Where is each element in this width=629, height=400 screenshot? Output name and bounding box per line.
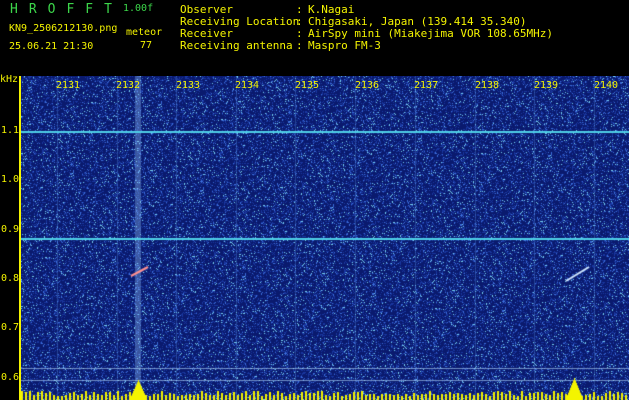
header-panel: HROFFT 1.00f KN9_2506212130.png meteor 7… <box>0 0 629 76</box>
x-tick-2140: 2140 <box>594 80 619 91</box>
x-tick-2134: 2134 <box>235 80 260 91</box>
x-tick-2139: 2139 <box>534 80 559 91</box>
y-tick-0-9: 0.9 <box>0 224 19 235</box>
spectrogram-canvas <box>21 76 629 400</box>
filename-label: KN9_2506212130.png <box>9 23 118 34</box>
x-tick-2136: 2136 <box>355 80 380 91</box>
y-tick-0-7: 0.7 <box>0 322 19 333</box>
x-tick-2133: 2133 <box>176 80 201 91</box>
datetime-label: 25.06.21 21:30 <box>9 41 94 52</box>
meteor-count: 77 <box>140 40 153 51</box>
app-logo: HROFFT <box>10 2 123 17</box>
x-tick-2137: 2137 <box>414 80 439 91</box>
antenna-label: Receiving antenna <box>180 39 293 52</box>
y-axis-bar <box>19 76 21 400</box>
antenna-colon: : <box>296 39 303 52</box>
x-tick-2138: 2138 <box>475 80 500 91</box>
x-tick-2131: 2131 <box>56 80 81 91</box>
y-tick-0-6: 0.6 <box>0 372 19 383</box>
x-tick-2132: 2132 <box>116 80 141 91</box>
antenna-value: Maspro FM-3 <box>308 39 381 52</box>
y-axis-unit: kHz <box>0 74 19 85</box>
y-tick-1-1: 1.1 <box>0 125 19 136</box>
version-label: 1.00f <box>123 3 154 14</box>
meteor-label: meteor <box>126 27 163 38</box>
y-tick-0-8: 0.8 <box>0 273 19 284</box>
x-tick-2135: 2135 <box>295 80 320 91</box>
y-tick-1-0: 1.0 <box>0 174 19 185</box>
